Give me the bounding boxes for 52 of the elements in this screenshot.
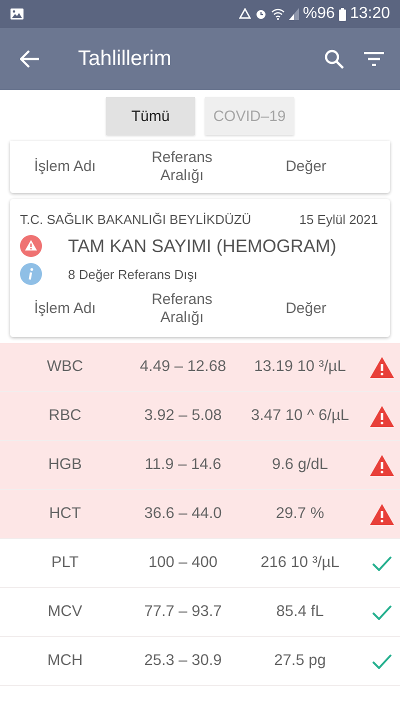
test-value: 216 10 ³/µL	[260, 554, 340, 572]
test-value: 85.4 fL	[275, 603, 325, 621]
test-value: 27.5 pg	[273, 652, 327, 670]
check-icon	[372, 604, 392, 620]
clock: 13:20	[350, 5, 390, 23]
filter-tab[interactable]: Tümü	[106, 97, 195, 135]
screen-title: Tahlillerim	[78, 47, 172, 71]
test-name: HGB	[47, 456, 83, 474]
check-icon	[372, 654, 392, 668]
test-name: WBC	[46, 358, 84, 376]
check-icon	[372, 556, 392, 570]
test-value: 3.47 10 ^ 6/µL	[250, 407, 350, 425]
column-header: Değer	[284, 158, 328, 176]
column-header: Referans Aralığı	[150, 291, 214, 327]
test-date: 15 Eylül 2021	[299, 212, 378, 227]
reference-range: 77.7 – 93.7	[143, 603, 223, 621]
back-arrow-icon	[20, 50, 40, 68]
test-name: MCH	[46, 652, 84, 670]
reference-range: 4.49 – 12.68	[138, 358, 228, 376]
test-name: RBC	[48, 407, 82, 425]
search-icon	[324, 49, 344, 69]
test-name: PLT	[50, 554, 80, 572]
warning-icon	[370, 406, 394, 426]
test-value: 13.19 10 ³/µL	[253, 358, 347, 376]
reference-range: 100 – 400	[148, 554, 218, 572]
battery-percent: %96	[302, 5, 335, 23]
test-value: 9.6 g/dL	[270, 456, 330, 474]
column-header: Referans Aralığı	[150, 149, 214, 185]
warning-icon	[370, 454, 394, 476]
column-header: İşlem Adı	[33, 158, 97, 176]
test-name: HCT	[48, 505, 82, 523]
reference-range: 25.3 – 30.9	[143, 652, 223, 670]
warning-icon	[20, 235, 42, 257]
battery-icon	[338, 8, 346, 20]
column-header: Değer	[284, 300, 328, 318]
institution-name: T.C. SAĞLIK BAKANLIĞI BEYLİKDÜZÜ	[20, 212, 252, 227]
image-icon	[10, 8, 24, 20]
filter-icon	[364, 52, 384, 66]
reference-range: 36.6 – 44.0	[143, 505, 223, 523]
warning-icon	[370, 504, 394, 524]
signal-icon	[288, 8, 299, 20]
test-value: 29.7 %	[274, 505, 326, 523]
alarm-icon	[254, 8, 267, 20]
reference-range: 11.9 – 14.6	[144, 456, 222, 474]
info-icon	[20, 263, 42, 285]
warning-icon	[370, 356, 394, 378]
column-header: İşlem Adı	[33, 300, 97, 318]
reference-range: 3.92 – 5.08	[143, 407, 223, 425]
wifi-icon	[270, 8, 285, 20]
test-title: TAM KAN SAYIMI (HEMOGRAM)	[68, 236, 336, 256]
out-of-range-note: 8 Değer Referans Dışı	[68, 266, 198, 282]
test-name: MCV	[46, 603, 84, 621]
